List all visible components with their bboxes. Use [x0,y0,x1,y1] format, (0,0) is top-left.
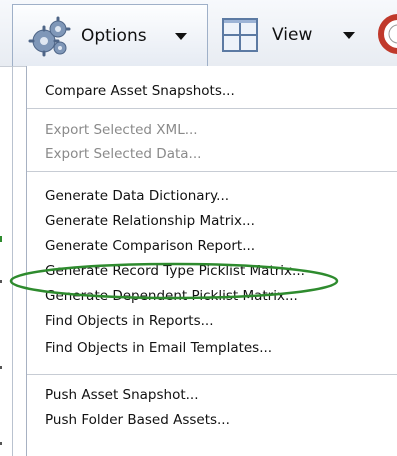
options-menu-button[interactable]: Options [12,4,208,66]
menu-item-compare-asset-snapshots[interactable]: Compare Asset Snapshots... [45,81,235,101]
menu-item-push-folder-based-assets[interactable]: Push Folder Based Assets... [45,410,230,430]
menu-item-find-objects-in-email-templates[interactable]: Find Objects in Email Templates... [45,338,272,358]
menu-item-export-selected-data: Export Selected Data... [45,146,202,162]
view-label[interactable]: View [272,25,312,45]
menu-item-generate-comparison-report[interactable]: Generate Comparison Report... [45,236,255,256]
life-ring-icon[interactable] [378,14,397,54]
menu-item-push-asset-snapshot[interactable]: Push Asset Snapshot... [45,385,199,405]
highlight-ellipse-annotation [9,262,339,300]
chevron-down-icon [175,33,187,40]
menu-separator [27,171,397,172]
menu-separator [27,108,397,109]
menu-item-generate-data-dictionary[interactable]: Generate Data Dictionary... [45,186,229,206]
window-grid-icon[interactable] [222,18,258,52]
screenshot-root: Options View Compare Asset Snapshots... … [0,0,397,456]
menu-item-find-objects-in-reports[interactable]: Find Objects in Reports... [45,311,214,331]
gear-cluster-icon [28,16,71,57]
options-label: Options [81,26,147,46]
chevron-down-icon [343,32,355,39]
menu-item-generate-relationship-matrix[interactable]: Generate Relationship Matrix... [45,211,255,231]
toolbar: Options View [0,0,397,67]
menu-item-export-selected-xml: Export Selected XML... [45,122,198,138]
menu-separator [27,374,397,375]
